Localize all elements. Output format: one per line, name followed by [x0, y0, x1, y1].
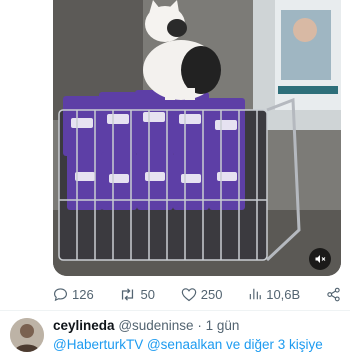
reply-tweet[interactable]: ceylineda @sudeninse · 1 gün @HaberturkT… — [0, 316, 350, 352]
tweet-video[interactable] — [53, 0, 341, 276]
heart-icon — [181, 287, 197, 301]
tweet-actions: 126 50 250 10,6B — [53, 284, 341, 304]
timestamp[interactable]: 1 gün — [206, 318, 240, 333]
like-count: 250 — [200, 286, 223, 302]
video-frame — [53, 0, 341, 276]
repost-count: 50 — [140, 286, 155, 302]
share-icon — [327, 287, 340, 301]
display-name[interactable]: ceylineda — [53, 318, 115, 333]
reply-header: ceylineda @sudeninse · 1 gün — [53, 318, 239, 333]
reply-count: 126 — [72, 286, 94, 302]
speaker-muted-icon — [315, 255, 326, 263]
repost-icon — [122, 287, 134, 301]
divider — [0, 310, 350, 311]
analytics-icon — [249, 288, 262, 300]
reply-button[interactable]: 126 — [53, 287, 94, 302]
share-button[interactable] — [326, 287, 341, 302]
repost-button[interactable]: 50 — [119, 286, 155, 302]
mute-button[interactable] — [309, 248, 331, 270]
user-handle[interactable]: @sudeninse — [118, 318, 193, 333]
views-button[interactable]: 10,6B — [248, 287, 300, 302]
like-button[interactable]: 250 — [181, 286, 223, 302]
reply-icon — [53, 287, 68, 301]
avatar[interactable] — [10, 318, 44, 352]
avatar-image — [10, 318, 44, 352]
separator: · — [197, 318, 202, 333]
view-count: 10,6B — [266, 286, 301, 302]
